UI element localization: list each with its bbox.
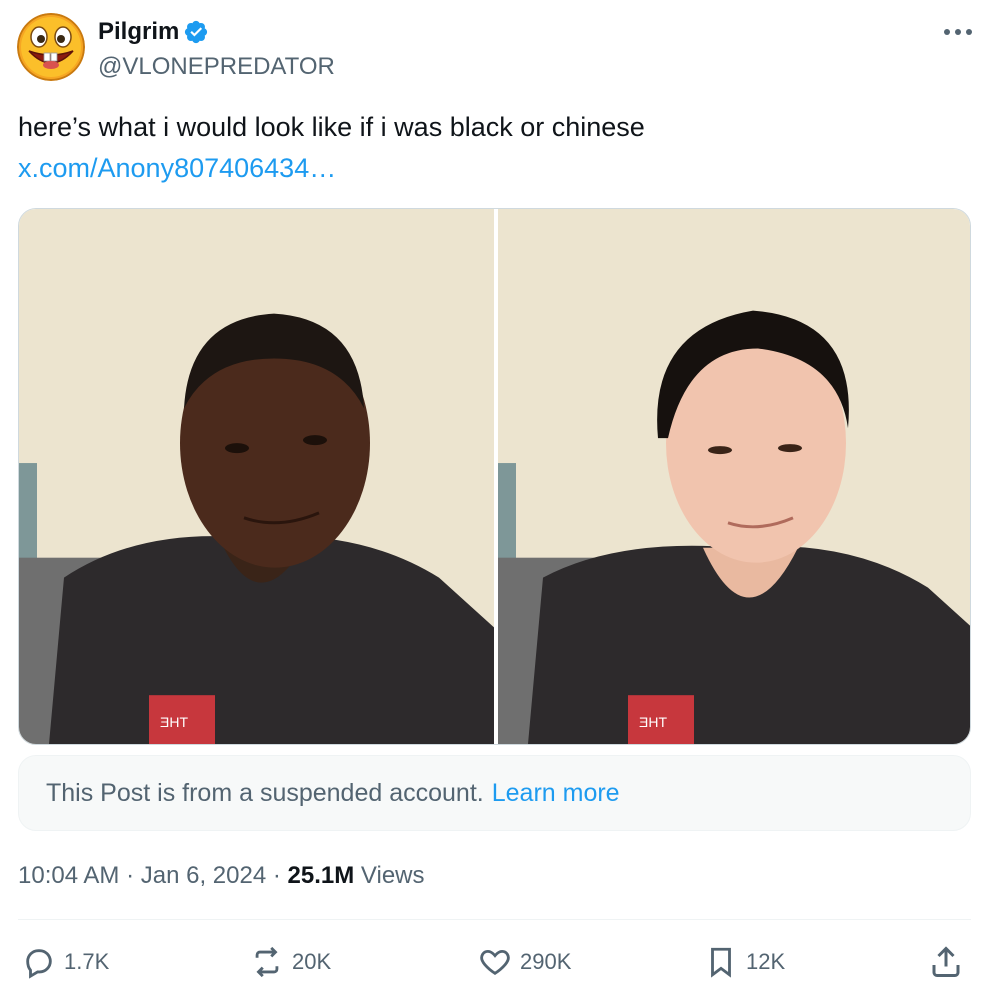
reply-icon [26,949,52,979]
shirt-logo-text: ƎHT [639,714,667,730]
reply-count: 1.7K [64,949,110,974]
share-button[interactable] [928,944,964,980]
post-media[interactable]: ƎHT ƎHT [18,208,971,745]
views-count: 25.1M [287,862,355,889]
notice-text: This Post is from a suspended account. [46,778,484,807]
like-count: 290K [520,949,572,974]
shirt-logo-text: ƎHT [160,714,188,730]
repost-icon [255,946,279,978]
heart-icon [480,949,510,976]
suspended-account-notice: This Post is from a suspended account. L… [18,755,971,831]
author-display-name[interactable]: Pilgrim [98,16,179,48]
grinning-emoji-icon [17,13,85,81]
photo-right[interactable]: ƎHT [498,209,970,744]
meta-separator: · [272,862,281,889]
like-button[interactable]: 290K [478,942,571,982]
post-time[interactable]: 10:04 AM [18,862,119,889]
bookmark-count: 12K [746,949,786,974]
bookmark-icon [711,947,731,978]
author-name-row[interactable]: Pilgrim [98,16,209,48]
views-label: Views [360,862,425,889]
reply-button[interactable]: 1.7K [22,942,109,982]
photo-left[interactable]: ƎHT [19,209,494,744]
repost-button[interactable]: 20K [250,942,331,982]
post-text: here’s what i would look like if i was b… [18,112,645,142]
post-link[interactable]: x.com/Anony807406434… [18,151,336,185]
more-horizontal-icon[interactable] [940,18,976,46]
bookmark-button[interactable]: 12K [704,942,785,982]
post-meta: 10:04 AM · Jan 6, 2024 · 25.1M Views [18,860,425,892]
post-date[interactable]: Jan 6, 2024 [141,862,266,889]
avatar[interactable] [17,13,85,81]
learn-more-link[interactable]: Learn more [492,779,620,808]
repost-count: 20K [292,949,332,974]
meta-separator: · [126,862,135,889]
divider [18,919,971,920]
share-icon [932,946,960,977]
verified-badge-icon[interactable] [183,19,209,45]
author-handle[interactable]: @VLONEPREDATOR [98,52,335,82]
